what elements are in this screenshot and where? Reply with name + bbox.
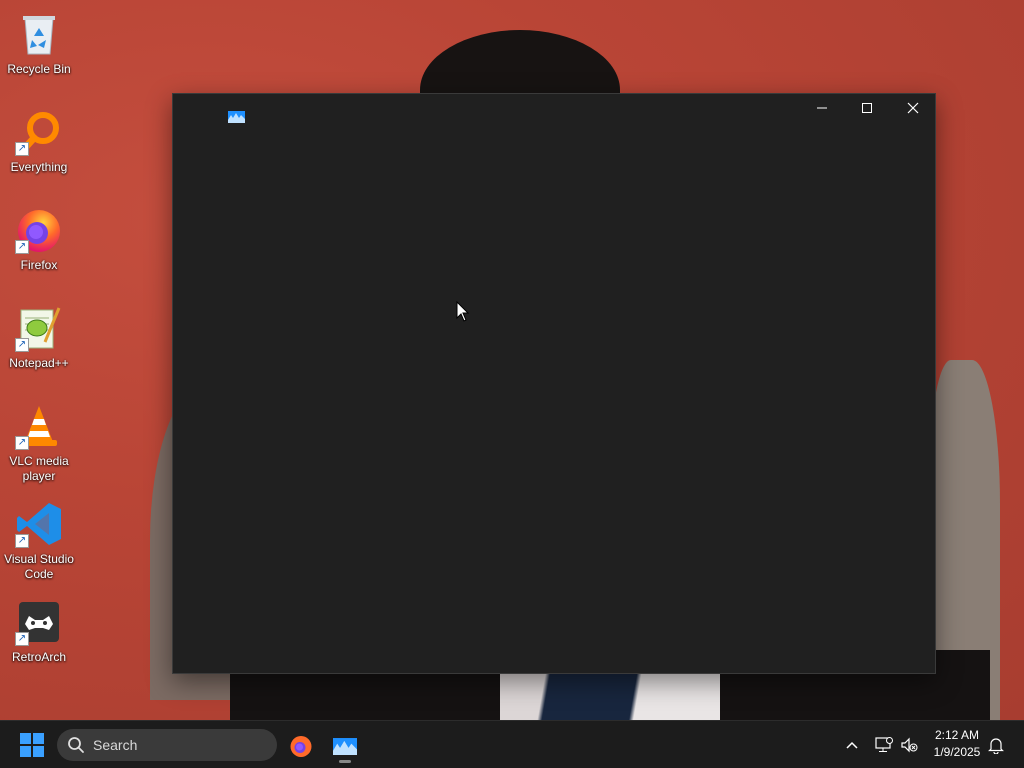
firefox-icon: ↗ [15, 206, 63, 254]
shortcut-arrow-icon: ↗ [15, 240, 29, 254]
app-window[interactable] [172, 93, 936, 674]
minimize-button[interactable] [799, 94, 845, 122]
desktop-icon-firefox[interactable]: ↗ Firefox [2, 200, 76, 273]
taskbar-app-firefox[interactable] [284, 729, 318, 763]
search-label: Search [93, 737, 138, 753]
shortcut-arrow-icon: ↗ [15, 436, 29, 450]
vscode-icon: ↗ [15, 500, 63, 548]
close-icon [907, 102, 919, 114]
firefox-icon [290, 736, 312, 757]
recycle-bin-icon [15, 10, 63, 58]
network-disconnected-icon [875, 737, 893, 752]
chevron-up-icon [846, 741, 858, 749]
shortcut-arrow-icon: ↗ [15, 338, 29, 352]
network-status-button[interactable] [874, 735, 894, 755]
shortcut-arrow-icon: ↗ [15, 534, 29, 548]
close-button[interactable] [890, 94, 936, 122]
app-waveform-icon [228, 110, 245, 123]
mouse-cursor-icon [456, 301, 470, 322]
windows-logo-icon [20, 733, 44, 757]
taskbar: Search 2:12 AM 1/9/2025 [0, 720, 1024, 768]
app-waveform-icon [333, 737, 357, 755]
running-indicator [339, 760, 351, 763]
wallpaper-figure-shirt [500, 672, 720, 720]
desktop-icon-label: Notepad++ [9, 356, 69, 370]
retroarch-icon: ↗ [15, 598, 63, 646]
taskbar-app-waveform[interactable] [328, 729, 362, 763]
shortcut-arrow-icon: ↗ [15, 142, 29, 156]
volume-muted-icon [901, 737, 918, 753]
notifications-button[interactable] [986, 735, 1006, 755]
show-hidden-icons-button[interactable] [842, 735, 862, 755]
minimize-icon [817, 107, 827, 109]
clock-date: 1/9/2025 [933, 745, 981, 759]
clock-time: 2:12 AM [934, 728, 980, 742]
search-icon [68, 737, 84, 753]
shortcut-arrow-icon: ↗ [15, 632, 29, 646]
desktop-icon-label: RetroArch [11, 650, 67, 664]
desktop-icon-label: Everything [10, 160, 68, 174]
desktop-icon-label: Visual Studio Code [4, 552, 74, 581]
desktop-icon-label: Firefox [20, 258, 58, 272]
maximize-button[interactable] [844, 94, 890, 122]
desktop-icon-notepadpp[interactable]: ↗ Notepad++ [2, 298, 76, 371]
desktop-icon-label: Recycle Bin [7, 62, 71, 76]
desktop-icon-vlc[interactable]: ↗ VLC media player [2, 396, 76, 484]
vlc-icon: ↗ [15, 402, 63, 450]
window-content[interactable] [173, 124, 935, 673]
maximize-icon [862, 103, 872, 113]
taskbar-search-box[interactable]: Search [57, 729, 277, 761]
desktop-icon-retroarch[interactable]: ↗ RetroArch [2, 592, 76, 665]
bell-icon [988, 737, 1004, 754]
window-titlebar[interactable] [173, 94, 935, 124]
taskbar-clock[interactable]: 2:12 AM 1/9/2025 [924, 727, 990, 761]
desktop-icon-vscode[interactable]: ↗ Visual Studio Code [2, 494, 76, 582]
notepadpp-icon: ↗ [15, 304, 63, 352]
desktop-icon-label: VLC media player [9, 454, 69, 483]
desktop-icon-recycle-bin[interactable]: Recycle Bin [2, 4, 76, 77]
volume-button[interactable] [899, 735, 919, 755]
desktop-icon-everything[interactable]: ↗ Everything [2, 102, 76, 175]
everything-search-icon: ↗ [15, 108, 63, 156]
start-button[interactable] [20, 733, 44, 757]
